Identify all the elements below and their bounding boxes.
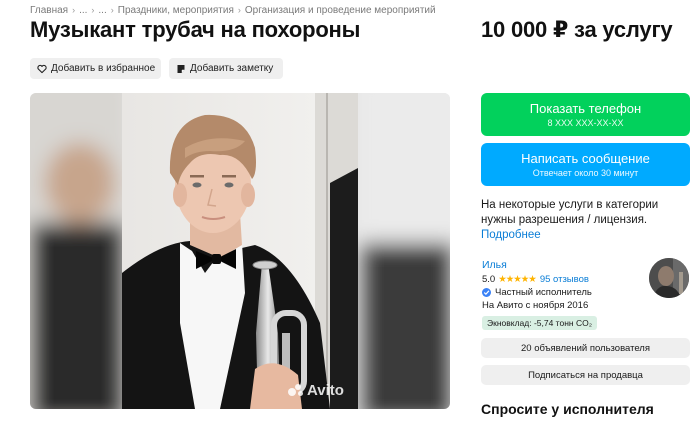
listing-photo: [30, 93, 450, 409]
breadcrumb-item-events[interactable]: Организация и проведение мероприятий: [245, 5, 436, 16]
ask-seller-heading: Спросите у исполнителя: [481, 401, 654, 417]
chevron-right-icon: ›: [237, 5, 241, 15]
response-time: Отвечает около 30 минут: [532, 167, 639, 178]
avito-logo-icon: [288, 383, 304, 398]
add-note-label: Добавить заметку: [190, 63, 274, 74]
seller-type: Частный исполнитель: [482, 287, 592, 298]
add-to-favorites-button[interactable]: Добавить в избранное: [30, 58, 161, 79]
star-rating-icon: ★★★★★: [498, 274, 537, 285]
breadcrumb-item-ellipsis-1[interactable]: ...: [79, 5, 87, 16]
chevron-right-icon: ›: [72, 5, 76, 15]
avatar[interactable]: [649, 258, 689, 298]
seller-since: На Авито с ноября 2016: [482, 300, 589, 311]
note-icon: [176, 64, 186, 74]
breadcrumb: Главная › ... › ... › Праздники, меропри…: [30, 3, 436, 17]
seller-name[interactable]: Илья: [482, 259, 507, 271]
license-notice-text: На некоторые услуги в категории нужны ра…: [481, 199, 659, 226]
eco-badge[interactable]: Экновклад: -5,74 тонн CO₂: [482, 316, 598, 330]
add-to-favorites-label: Добавить в избранное: [51, 63, 156, 74]
seller-rating: 5.0 ★★★★★ 95 отзывов: [482, 274, 589, 285]
seller-avatar-image: [649, 258, 689, 298]
write-message-button[interactable]: Написать сообщение Отвечает около 30 мин…: [481, 143, 690, 186]
rating-value: 5.0: [482, 274, 496, 285]
breadcrumb-item-ellipsis-2[interactable]: ...: [98, 5, 106, 16]
reviews-link[interactable]: 95 отзывов: [540, 274, 589, 285]
add-note-button[interactable]: Добавить заметку: [169, 58, 283, 79]
avito-watermark: Avito: [288, 382, 344, 399]
show-phone-button[interactable]: Показать телефон 8 XXX XXX-XX-XX: [481, 93, 690, 136]
photo-gallery[interactable]: Avito: [30, 93, 450, 409]
write-message-label: Написать сообщение: [521, 150, 650, 166]
license-notice: На некоторые услуги в категории нужны ра…: [481, 198, 693, 243]
page-title: Музыкант трубач на похороны: [30, 17, 361, 42]
subscribe-seller-button[interactable]: Подписаться на продавца: [481, 365, 690, 385]
avito-watermark-text: Avito: [307, 382, 344, 399]
price: 10 000 ₽ за услугу: [481, 17, 673, 42]
breadcrumb-item-holidays[interactable]: Праздники, мероприятия: [118, 5, 234, 16]
more-info-link[interactable]: Подробнее: [481, 229, 541, 241]
show-phone-label: Показать телефон: [529, 100, 642, 116]
seller-type-label: Частный исполнитель: [495, 287, 592, 298]
masked-phone: 8 XXX XXX-XX-XX: [547, 117, 624, 128]
chevron-right-icon: ›: [91, 5, 95, 15]
seller-ads-button[interactable]: 20 объявлений пользователя: [481, 338, 690, 358]
breadcrumb-item-home[interactable]: Главная: [30, 5, 68, 16]
heart-icon: [37, 64, 47, 74]
verified-check-icon: [482, 288, 491, 297]
chevron-right-icon: ›: [110, 5, 114, 15]
